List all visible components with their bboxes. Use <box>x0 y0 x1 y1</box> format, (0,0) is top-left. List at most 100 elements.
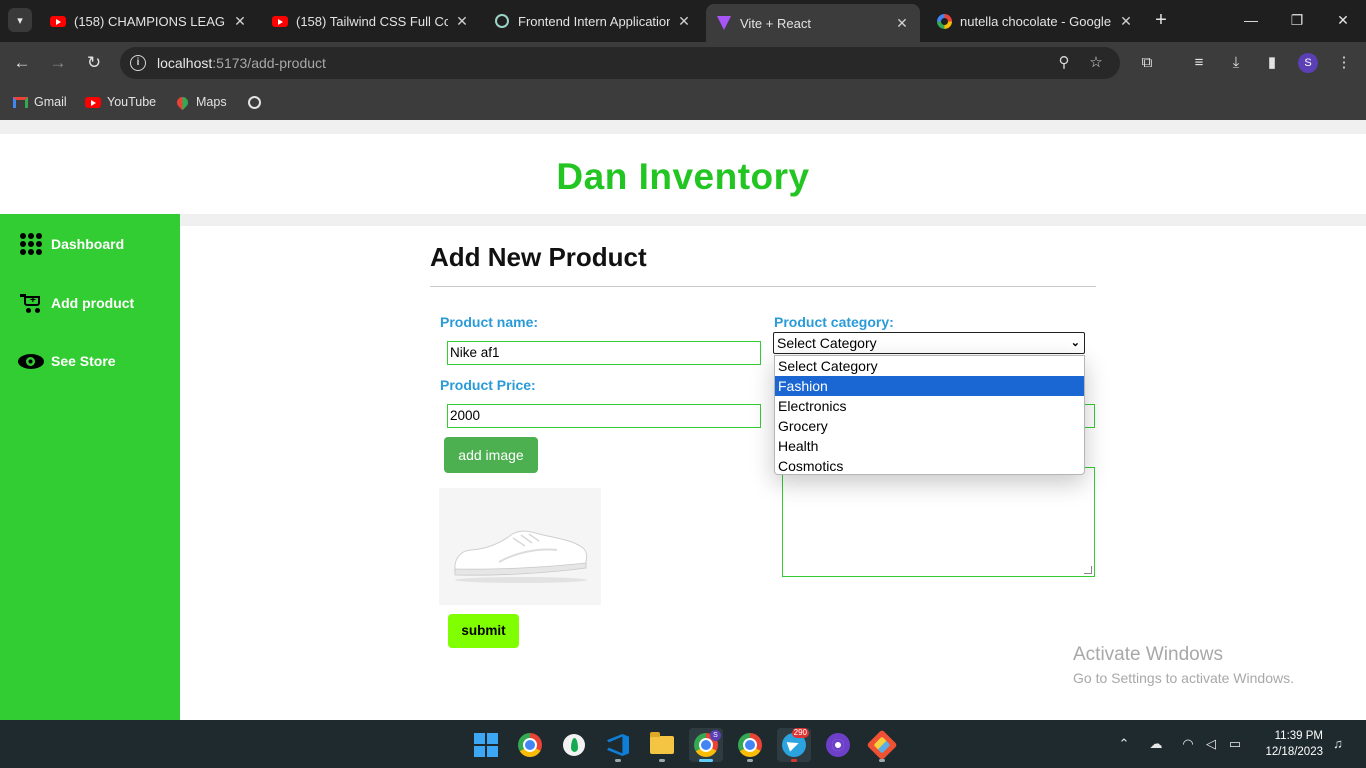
show-hidden-icons-icon[interactable]: ⌃ <box>1114 734 1134 754</box>
watermark-subtitle: Go to Settings to activate Windows. <box>1073 670 1294 686</box>
notification-bell-icon[interactable]: ♫ <box>1328 734 1348 754</box>
bookmark-youtube[interactable]: YouTube <box>85 93 156 111</box>
bookmark-maps[interactable]: Maps <box>174 93 227 111</box>
product-image-preview <box>439 488 601 605</box>
bookmark-globe[interactable] <box>246 93 268 111</box>
clock-time: 11:39 PM <box>1274 730 1323 742</box>
volume-icon[interactable]: ◁ <box>1201 734 1221 754</box>
category-select[interactable]: Select Category ⌄ <box>773 332 1085 354</box>
download-icon[interactable]: ⤓ <box>1225 52 1247 74</box>
bookmark-label: YouTube <box>107 95 157 109</box>
taskbar-github-desktop[interactable] <box>821 728 855 762</box>
profile-avatar[interactable]: S <box>1298 53 1318 73</box>
tab-title: Vite + React <box>740 15 811 31</box>
tab-vite-react[interactable]: Vite + React ✕ <box>706 4 920 42</box>
product-category-label: Product category: <box>774 314 894 330</box>
chrome-icon <box>738 733 762 757</box>
maps-icon <box>174 94 190 110</box>
battery-icon[interactable]: ▭ <box>1225 734 1245 754</box>
tab-title: (158) Tailwind CSS Full Cours <box>296 13 448 29</box>
running-indicator <box>699 759 713 762</box>
taskbar-chrome-profile[interactable]: S <box>689 728 723 762</box>
close-tab-icon[interactable]: ✕ <box>232 13 248 30</box>
back-icon[interactable]: ← <box>10 51 34 75</box>
site-info-icon[interactable]: i <box>130 55 146 71</box>
youtube-icon <box>272 13 288 29</box>
sidebar-item-add-product[interactable]: + Add product <box>18 290 134 316</box>
taskbar-git[interactable] <box>865 728 899 762</box>
close-tab-icon[interactable]: ✕ <box>1118 13 1134 30</box>
tab-search-icon[interactable]: ▾ <box>8 8 32 32</box>
close-tab-icon[interactable]: ✕ <box>894 15 910 32</box>
taskbar-mongodb[interactable] <box>557 728 591 762</box>
globe-icon <box>246 95 262 109</box>
category-option-highlighted[interactable]: Fashion <box>775 376 1084 396</box>
minimize-icon[interactable]: — <box>1228 8 1274 32</box>
category-dropdown-list[interactable]: Select Category Fashion Electronics Groc… <box>774 355 1085 475</box>
close-tab-icon[interactable]: ✕ <box>676 13 692 30</box>
bookmark-label: Maps <box>196 95 227 109</box>
tab-title: Frontend Intern Application <box>518 13 670 29</box>
taskbar-chrome[interactable] <box>513 728 547 762</box>
extensions-icon[interactable]: ⧉ <box>1136 52 1158 74</box>
folder-icon <box>650 732 674 754</box>
category-option[interactable]: Select Category <box>775 356 1084 376</box>
taskbar-vscode[interactable] <box>601 728 635 762</box>
bookmark-gmail[interactable]: Gmail <box>12 93 67 111</box>
product-price-input[interactable]: 2000 <box>447 404 761 428</box>
taskbar-file-explorer[interactable] <box>645 728 679 762</box>
close-window-icon[interactable]: ✕ <box>1320 8 1366 32</box>
chrome-icon <box>518 733 542 757</box>
sidebar-item-label: See Store <box>51 353 116 369</box>
start-button[interactable] <box>469 728 503 762</box>
category-option[interactable]: Electronics <box>775 396 1084 416</box>
add-image-button[interactable]: add image <box>444 437 538 473</box>
vite-icon <box>716 15 732 31</box>
tab-tailwind[interactable]: (158) Tailwind CSS Full Cours ✕ <box>262 6 480 36</box>
product-price-label: Product Price: <box>440 377 536 393</box>
side-panel-icon[interactable]: ▮ <box>1261 52 1283 74</box>
git-icon <box>866 729 898 761</box>
youtube-icon <box>85 95 101 109</box>
sidebar-item-see-store[interactable]: See Store <box>18 348 116 374</box>
running-indicator <box>747 759 753 762</box>
tab-frontend-intern[interactable]: Frontend Intern Application ✕ <box>484 6 702 36</box>
cloud-offline-icon[interactable]: ☁ <box>1146 734 1166 754</box>
taskbar-telegram[interactable]: 290 <box>777 728 811 762</box>
running-indicator <box>615 759 621 762</box>
tab-nutella[interactable]: nutella chocolate - Google S ✕ <box>926 6 1144 36</box>
zoom-icon[interactable]: ⚲ <box>1054 53 1074 73</box>
top-strip <box>0 120 1366 134</box>
header-divider <box>0 214 1366 226</box>
google-icon <box>936 13 952 29</box>
page-title: Add New Product <box>430 242 647 272</box>
bookmark-label: Gmail <box>34 95 67 109</box>
activate-windows-watermark: Activate Windows Go to Settings to activ… <box>1073 644 1294 686</box>
submit-button[interactable]: submit <box>448 614 519 648</box>
taskbar-chrome-alt[interactable] <box>733 728 767 762</box>
browser-tab-strip: ▾ (158) CHAMPIONS LEAGUE G ✕ (158) Tailw… <box>0 0 1366 42</box>
bookmark-star-icon[interactable]: ☆ <box>1086 53 1106 73</box>
description-textarea[interactable] <box>782 467 1095 577</box>
tab-champions-league[interactable]: (158) CHAMPIONS LEAGUE G ✕ <box>40 6 258 36</box>
system-clock[interactable]: 11:39 PM 12/18/2023 <box>1255 728 1323 760</box>
new-tab-icon[interactable]: + <box>1150 8 1172 32</box>
media-control-icon[interactable]: ≡ <box>1188 52 1210 74</box>
restore-icon[interactable]: ❐ <box>1274 8 1320 32</box>
sneaker-image <box>454 530 588 583</box>
url-text[interactable]: localhost:5173/add-product <box>157 55 326 71</box>
forward-icon[interactable]: → <box>46 51 70 75</box>
category-option[interactable]: Grocery <box>775 416 1084 436</box>
category-option[interactable]: Health <box>775 436 1084 456</box>
category-option[interactable]: Cosmotics <box>775 456 1084 476</box>
wifi-icon[interactable]: ◠ <box>1178 734 1198 754</box>
vscode-icon <box>607 734 629 756</box>
title-divider <box>430 286 1096 287</box>
windows-icon <box>474 733 498 757</box>
address-bar[interactable]: i localhost:5173/add-product ⚲ ☆ <box>120 47 1120 79</box>
close-tab-icon[interactable]: ✕ <box>454 13 470 30</box>
sidebar-item-dashboard[interactable]: Dashboard <box>18 231 124 257</box>
reload-icon[interactable]: ↻ <box>82 51 106 75</box>
menu-icon[interactable]: ⋮ <box>1333 52 1355 74</box>
product-name-input[interactable]: Nike af1 <box>447 341 761 365</box>
